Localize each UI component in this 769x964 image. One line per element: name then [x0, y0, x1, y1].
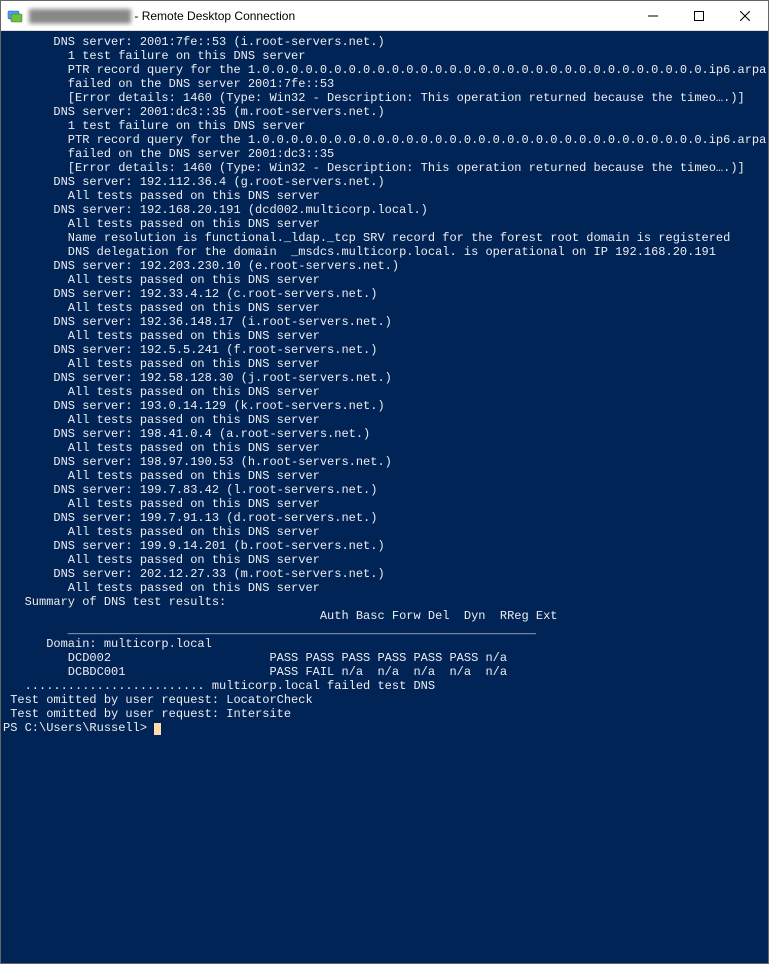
terminal-line: [Error details: 1460 (Type: Win32 - Desc…	[3, 161, 766, 175]
maximize-button[interactable]	[676, 1, 722, 31]
terminal-line: DNS server: 192.203.230.10 (e.root-serve…	[3, 259, 766, 273]
terminal-line: All tests passed on this DNS server	[3, 189, 766, 203]
window-title: ████████████ - Remote Desktop Connection	[29, 9, 630, 23]
terminal-line: DNS server: 199.7.91.13 (d.root-servers.…	[3, 511, 766, 525]
terminal-line: All tests passed on this DNS server	[3, 357, 766, 371]
rdp-window: ████████████ - Remote Desktop Connection…	[0, 0, 769, 964]
terminal-line: DNS server: 192.33.4.12 (c.root-servers.…	[3, 287, 766, 301]
terminal-line: failed on the DNS server 2001:dc3::35	[3, 147, 766, 161]
terminal-line: DCBDC001 PASS FAIL n/a n/a n/a n/a n/a	[3, 665, 766, 679]
terminal-line: All tests passed on this DNS server	[3, 497, 766, 511]
terminal-line: All tests passed on this DNS server	[3, 525, 766, 539]
minimize-button[interactable]	[630, 1, 676, 31]
terminal-line: DNS server: 192.58.128.30 (j.root-server…	[3, 371, 766, 385]
terminal-line: failed on the DNS server 2001:7fe::53	[3, 77, 766, 91]
terminal-line: DNS server: 192.36.148.17 (i.root-server…	[3, 315, 766, 329]
terminal-line: Summary of DNS test results:	[3, 595, 766, 609]
terminal-line: All tests passed on this DNS server	[3, 469, 766, 483]
terminal-line: Name resolution is functional._ldap._tcp…	[3, 231, 766, 245]
terminal-line: All tests passed on this DNS server	[3, 441, 766, 455]
terminal-line: PTR record query for the 1.0.0.0.0.0.0.0…	[3, 133, 766, 147]
terminal-line: DNS server: 199.9.14.201 (b.root-servers…	[3, 539, 766, 553]
terminal-line: All tests passed on this DNS server	[3, 413, 766, 427]
terminal-line: All tests passed on this DNS server	[3, 301, 766, 315]
terminal-line: DNS server: 198.41.0.4 (a.root-servers.n…	[3, 427, 766, 441]
terminal-prompt[interactable]: PS C:\Users\Russell>	[3, 721, 766, 735]
terminal-line: All tests passed on this DNS server	[3, 385, 766, 399]
terminal-line: Test omitted by user request: LocatorChe…	[3, 693, 766, 707]
terminal-output[interactable]: DNS server: 2001:7fe::53 (i.root-servers…	[1, 31, 768, 963]
terminal-line: ________________________________________…	[3, 623, 766, 637]
terminal-line: Domain: multicorp.local	[3, 637, 766, 651]
terminal-line: DNS server: 202.12.27.33 (m.root-servers…	[3, 567, 766, 581]
terminal-line: DNS server: 192.112.36.4 (g.root-servers…	[3, 175, 766, 189]
close-button[interactable]	[722, 1, 768, 31]
terminal-line: DNS delegation for the domain _msdcs.mul…	[3, 245, 766, 259]
terminal-line: All tests passed on this DNS server	[3, 217, 766, 231]
terminal-line: [Error details: 1460 (Type: Win32 - Desc…	[3, 91, 766, 105]
terminal-line: ......................... multicorp.loca…	[3, 679, 766, 693]
terminal-line: All tests passed on this DNS server	[3, 581, 766, 595]
terminal-line: DNS server: 2001:7fe::53 (i.root-servers…	[3, 35, 766, 49]
titlebar[interactable]: ████████████ - Remote Desktop Connection	[1, 1, 768, 31]
terminal-line: DNS server: 199.7.83.42 (l.root-servers.…	[3, 483, 766, 497]
terminal-line: All tests passed on this DNS server	[3, 273, 766, 287]
cursor	[154, 723, 161, 735]
terminal-line: PTR record query for the 1.0.0.0.0.0.0.0…	[3, 63, 766, 77]
rdp-icon	[7, 8, 23, 24]
terminal-line: All tests passed on this DNS server	[3, 553, 766, 567]
terminal-line: All tests passed on this DNS server	[3, 329, 766, 343]
terminal-line: 1 test failure on this DNS server	[3, 119, 766, 133]
terminal-line: 1 test failure on this DNS server	[3, 49, 766, 63]
terminal-line: DNS server: 193.0.14.129 (k.root-servers…	[3, 399, 766, 413]
terminal-line: DNS server: 2001:dc3::35 (m.root-servers…	[3, 105, 766, 119]
terminal-line: Auth Basc Forw Del Dyn RReg Ext	[3, 609, 766, 623]
window-controls	[630, 1, 768, 30]
terminal-line: DNS server: 198.97.190.53 (h.root-server…	[3, 455, 766, 469]
terminal-line: DNS server: 192.168.20.191 (dcd002.multi…	[3, 203, 766, 217]
terminal-line: DCD002 PASS PASS PASS PASS PASS PASS n/a	[3, 651, 766, 665]
terminal-line: Test omitted by user request: Intersite	[3, 707, 766, 721]
terminal-line: DNS server: 192.5.5.241 (f.root-servers.…	[3, 343, 766, 357]
